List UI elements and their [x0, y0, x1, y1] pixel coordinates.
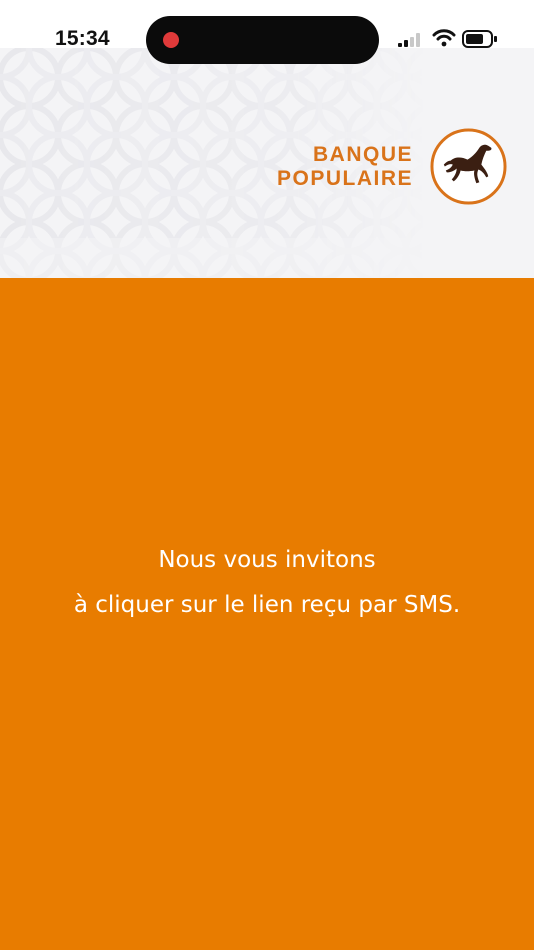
bank-logo: BANQUE POPULAIRE [277, 127, 508, 206]
status-time: 15:34 [55, 27, 110, 50]
bank-logo-wordmark: BANQUE POPULAIRE [277, 143, 413, 191]
horse-emblem-icon [430, 128, 507, 205]
dynamic-island [146, 16, 379, 64]
wifi-icon [432, 29, 456, 47]
sms-confirmation-screen: 15:34 BANQUE POPULAIRE Nous vous inviton… [0, 0, 534, 950]
sms-instruction-message: Nous vous invitons à cliquer sur le lien… [0, 538, 534, 628]
message-line-1: Nous vous invitons [158, 547, 376, 573]
battery-icon [462, 30, 497, 48]
status-bar: 15:34 [0, 0, 534, 64]
recording-indicator-icon [163, 32, 179, 48]
message-line-2: à cliquer sur le lien reçu par SMS. [73, 592, 461, 618]
logo-line-2: POPULAIRE [276, 166, 413, 190]
header-banner: BANQUE POPULAIRE [0, 48, 534, 278]
message-panel: Nous vous invitons à cliquer sur le lien… [0, 278, 534, 950]
cellular-signal-icon [398, 33, 420, 47]
logo-line-1: BANQUE [312, 142, 413, 166]
